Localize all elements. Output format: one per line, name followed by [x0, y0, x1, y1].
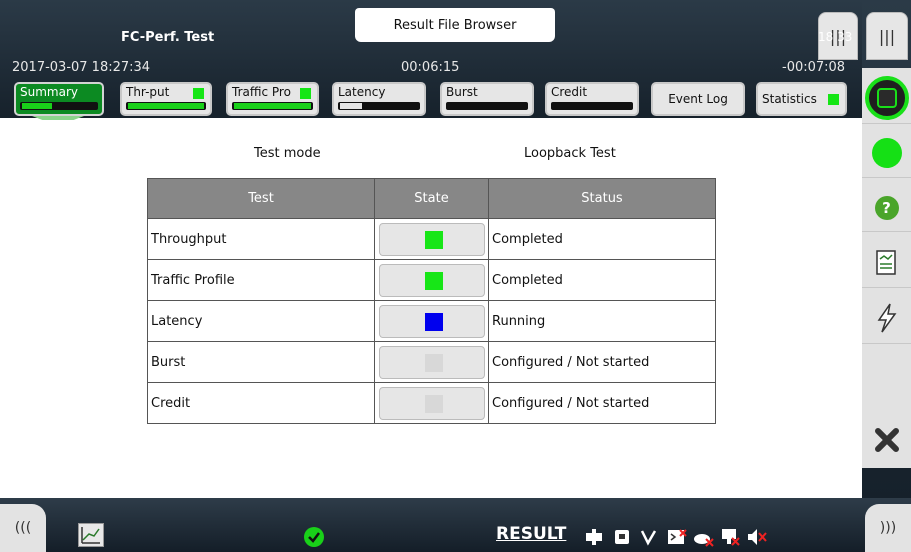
test-mode-value: Loopback Test	[524, 146, 616, 161]
column-header-test: Test	[147, 178, 375, 219]
left-nav-button[interactable]: (((	[0, 504, 46, 552]
tab-label: Burst	[446, 85, 478, 99]
stop-icon	[864, 75, 909, 120]
close-icon	[874, 428, 899, 452]
setup-button[interactable]: SETUP	[357, 30, 404, 45]
help-glyph: ?	[882, 198, 891, 217]
chevron-left-icon: (((	[14, 520, 32, 536]
report-button[interactable]	[862, 238, 911, 288]
test-mode-label: Test mode	[254, 146, 321, 161]
status-indicator	[862, 128, 911, 178]
test-status: Configured / Not started	[488, 382, 716, 424]
sidebar-menu-button[interactable]: |||	[866, 12, 908, 60]
test-button[interactable]: TEST	[437, 30, 473, 45]
state-indicator	[424, 353, 443, 372]
test-summary-table: Test State Status Throughput Completed T…	[147, 178, 716, 424]
menu-icon: |||	[878, 26, 896, 46]
state-cell	[374, 382, 489, 424]
state-button[interactable]	[378, 386, 485, 420]
elapsed-time: 00:06:15	[401, 60, 460, 75]
mute-icon	[748, 529, 767, 545]
progress-bar	[338, 102, 420, 110]
state-button[interactable]	[378, 345, 485, 379]
tab-label: Event Log	[668, 92, 728, 106]
test-name: Credit	[147, 382, 375, 424]
tab-label: Statistics	[762, 92, 817, 106]
port-icon	[586, 529, 602, 545]
state-cell	[374, 341, 489, 383]
state-cell	[374, 300, 489, 342]
test-name: Traffic Profile	[147, 259, 375, 301]
test-status: Completed	[488, 218, 716, 260]
state-indicator	[424, 230, 443, 249]
tab-label: Latency	[338, 85, 386, 99]
table-row: Burst Configured / Not started	[147, 341, 716, 383]
tab-latency[interactable]: Latency	[332, 82, 426, 116]
test-name: Latency	[147, 300, 375, 342]
test-name: Throughput	[147, 218, 375, 260]
storage-icon	[615, 530, 629, 544]
state-indicator	[424, 312, 443, 331]
status-led-icon	[193, 88, 204, 99]
remaining-time: -00:07:08	[782, 60, 846, 75]
result-button[interactable]: RESULT	[496, 524, 566, 544]
tab-summary[interactable]: Summary	[14, 82, 104, 116]
app-name: FC-Perf. Test	[121, 30, 215, 45]
tab-label: Summary	[20, 85, 78, 99]
table-row: Throughput Completed	[147, 218, 716, 260]
tab-label: Credit	[551, 85, 588, 99]
help-button[interactable]: ?	[862, 184, 911, 232]
tab-traffic-profile[interactable]: Traffic Pro	[226, 82, 319, 116]
error-inject-icon	[877, 303, 896, 332]
progress-bar	[446, 102, 528, 110]
tab-burst[interactable]: Burst	[440, 82, 534, 116]
check-icon	[304, 527, 324, 547]
table-row: Latency Running	[147, 300, 716, 342]
bottom-bar	[0, 498, 911, 552]
chevron-right-icon: )))	[879, 520, 897, 536]
app-icon[interactable]	[78, 523, 104, 547]
right-nav-button[interactable]: )))	[865, 504, 911, 552]
tab-thr-put[interactable]: Thr-put	[120, 82, 212, 116]
network-icon	[722, 529, 740, 546]
test-name: Burst	[147, 341, 375, 383]
progress-bar	[20, 102, 98, 110]
stop-button[interactable]	[862, 72, 911, 124]
error-inject-button[interactable]	[862, 292, 911, 344]
test-status: Completed	[488, 259, 716, 301]
close-button[interactable]	[862, 414, 911, 466]
voltage-icon	[640, 530, 657, 546]
state-indicator	[424, 394, 443, 413]
state-indicator	[424, 271, 443, 290]
test-status: Running	[488, 300, 716, 342]
datetime-label: 2017-03-07 18:27:34	[12, 60, 151, 75]
table-row: Traffic Profile Completed	[147, 259, 716, 301]
clock: 18 33	[818, 30, 853, 44]
status-led-icon	[871, 137, 902, 168]
tab-event-log[interactable]: Event Log	[651, 82, 745, 116]
report-icon	[875, 249, 896, 275]
test-status: Configured / Not started	[488, 341, 716, 383]
chart-icon	[81, 527, 100, 544]
status-led-icon	[300, 88, 311, 99]
progress-bar	[126, 102, 206, 110]
column-header-status: Status	[488, 178, 716, 219]
gps-icon	[694, 534, 714, 547]
state-cell	[374, 218, 489, 260]
state-button[interactable]	[378, 304, 485, 338]
state-button[interactable]	[378, 222, 485, 256]
terminal-icon	[668, 529, 687, 544]
state-cell	[374, 259, 489, 301]
progress-bar	[551, 102, 633, 110]
progress-bar	[232, 102, 313, 110]
column-header-state: State	[374, 178, 489, 219]
state-button[interactable]	[378, 263, 485, 297]
status-led-icon	[828, 94, 839, 105]
tab-statistics[interactable]: Statistics	[756, 82, 847, 116]
tab-credit[interactable]: Credit	[545, 82, 639, 116]
table-row: Credit Configured / Not started	[147, 382, 716, 424]
